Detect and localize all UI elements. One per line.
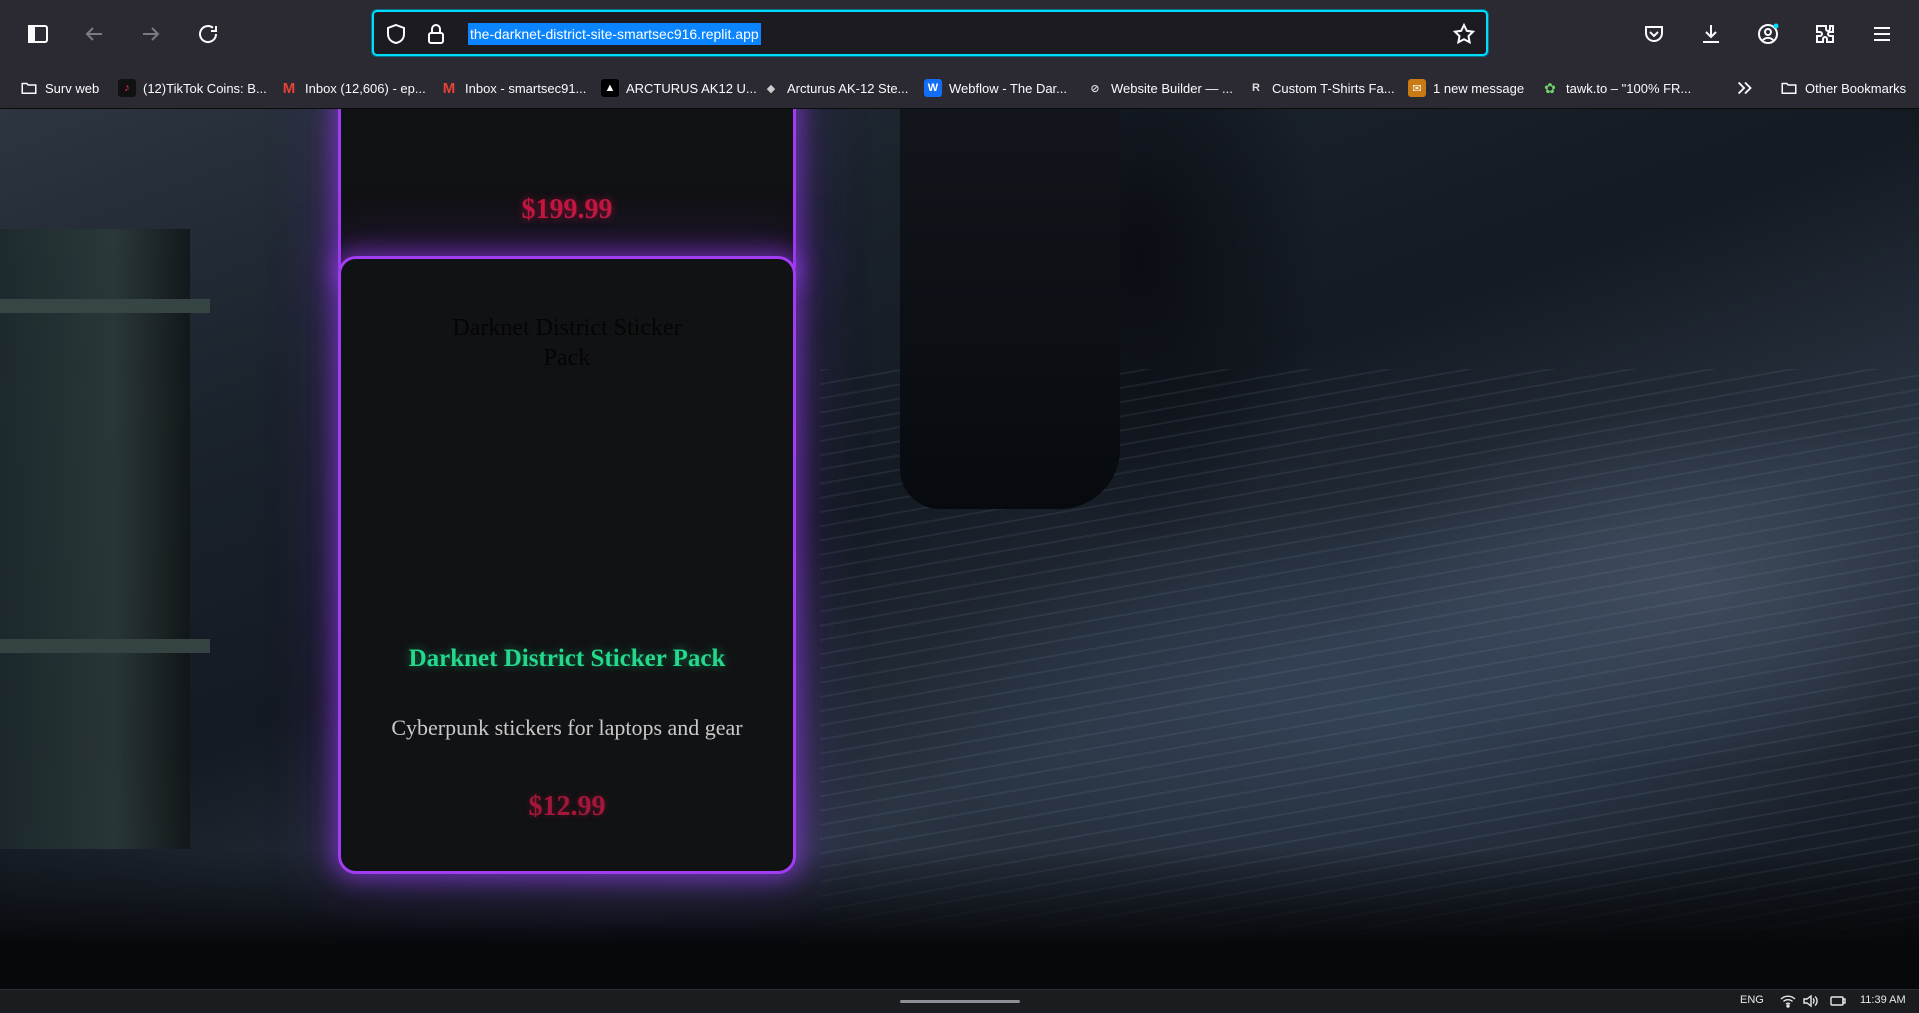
bookmarks-toolbar: Surv web ♪ (12)TikTok Coins: B... M Inbo…	[0, 68, 1919, 109]
product-card[interactable]: Darknet District Sticker Pack Darknet Di…	[338, 256, 796, 874]
bookmark-arcturus-2[interactable]: ◆ Arcturus AK-12 Ste...	[762, 76, 909, 100]
clock[interactable]: 11:39 AM	[1860, 994, 1906, 1006]
bookmark-gmail-2[interactable]: M Inbox - smartsec91...	[440, 76, 587, 100]
bookmark-label: Webflow - The Dar...	[949, 80, 1068, 96]
other-bookmarks-label: Other Bookmarks	[1805, 80, 1907, 96]
product-price: $199.99	[521, 194, 613, 225]
bookmark-star-icon[interactable]	[1452, 22, 1476, 46]
gmail-icon: M	[282, 79, 296, 97]
bookmark-surv-web[interactable]: Surv web	[20, 76, 99, 100]
reload-icon[interactable]	[188, 14, 228, 54]
battery-icon[interactable]	[1830, 994, 1846, 1008]
background-fade	[0, 849, 1919, 989]
product-description: Cyberpunk stickers for laptops and gear	[391, 715, 743, 740]
downloads-icon[interactable]	[1691, 14, 1731, 54]
bookmark-tiktok[interactable]: ♪ (12)TikTok Coins: B...	[118, 76, 267, 100]
back-arrow-icon[interactable]	[74, 14, 114, 54]
bookmark-webflow[interactable]: W Webflow - The Dar...	[924, 76, 1067, 100]
background-figure	[900, 109, 1120, 509]
product-title: Darknet District Sticker Pack	[408, 645, 726, 672]
bookmarks-overflow-chevron-icon[interactable]	[1734, 76, 1756, 100]
folder-icon	[1780, 79, 1798, 97]
bookmark-gmail-1[interactable]: M Inbox (12,606) - ep...	[280, 76, 426, 100]
sidebar-toggle-icon[interactable]	[18, 14, 58, 54]
browser-toolbar: the-darknet-district-site-smartsec916.re…	[0, 0, 1919, 68]
address-bar[interactable]: the-darknet-district-site-smartsec916.re…	[372, 10, 1488, 56]
tawk-icon: ✿	[1544, 79, 1556, 96]
bookmark-label: (12)TikTok Coins: B...	[143, 80, 267, 96]
bookmark-label: Surv web	[45, 80, 100, 96]
bookmark-arcturus-1[interactable]: ▲ ARCTURUS AK12 U...	[601, 76, 757, 100]
forward-arrow-icon[interactable]	[131, 14, 171, 54]
menu-icon[interactable]	[1862, 14, 1902, 54]
bookmark-label: ARCTURUS AK12 U...	[626, 80, 757, 96]
extensions-icon[interactable]	[1805, 14, 1845, 54]
arcturus-icon: ▲	[601, 79, 619, 97]
language-indicator[interactable]: ENG	[1740, 994, 1764, 1006]
arcturus-icon: ◆	[766, 82, 776, 95]
background-shelf	[0, 229, 210, 849]
folder-icon	[20, 79, 38, 97]
tiktok-icon: ♪	[118, 79, 136, 97]
bookmark-label: tawk.to – "100% FR...	[1566, 80, 1692, 96]
bookmark-website-builder[interactable]: ⊘ Website Builder — ...	[1086, 76, 1233, 100]
gmail-icon: M	[442, 79, 456, 97]
bookmark-custom-tshirts[interactable]: R Custom T-Shirts Fa...	[1247, 76, 1395, 100]
squarespace-icon: ⊘	[1090, 82, 1100, 95]
product-price: $12.99	[528, 791, 606, 822]
bookmark-tawk[interactable]: ✿ tawk.to – "100% FR...	[1541, 76, 1691, 100]
printify-icon: R	[1252, 82, 1260, 94]
bookmark-label: Inbox - smartsec91...	[465, 80, 587, 96]
message-icon: ✉	[1408, 79, 1426, 97]
shield-icon[interactable]	[384, 22, 408, 46]
url-text[interactable]: the-darknet-district-site-smartsec916.re…	[468, 23, 761, 45]
shelf-board	[0, 299, 210, 313]
product-image: Darknet District Sticker Pack	[452, 315, 682, 371]
page-viewport[interactable]: $199.99 Darknet District Sticker Pack Da…	[0, 109, 1919, 989]
os-taskbar: ENG 11:39 AM	[0, 989, 1919, 1013]
bookmark-label: Custom T-Shirts Fa...	[1272, 80, 1395, 96]
bookmark-new-message[interactable]: ✉ 1 new message	[1408, 76, 1524, 100]
account-icon[interactable]	[1748, 14, 1788, 54]
taskbar-handle[interactable]	[900, 1000, 1020, 1003]
bookmark-label: 1 new message	[1433, 80, 1525, 96]
bookmark-label: Inbox (12,606) - ep...	[305, 80, 426, 96]
volume-icon[interactable]	[1802, 994, 1818, 1008]
pocket-icon[interactable]	[1634, 14, 1674, 54]
lock-icon[interactable]	[424, 22, 448, 46]
shelf-board	[0, 639, 210, 653]
bookmark-label: Arcturus AK-12 Ste...	[787, 80, 909, 96]
wifi-icon[interactable]	[1780, 994, 1796, 1008]
bookmark-label: Website Builder — ...	[1111, 80, 1233, 96]
other-bookmarks[interactable]: Other Bookmarks	[1780, 76, 1906, 100]
webflow-icon: W	[924, 79, 942, 97]
